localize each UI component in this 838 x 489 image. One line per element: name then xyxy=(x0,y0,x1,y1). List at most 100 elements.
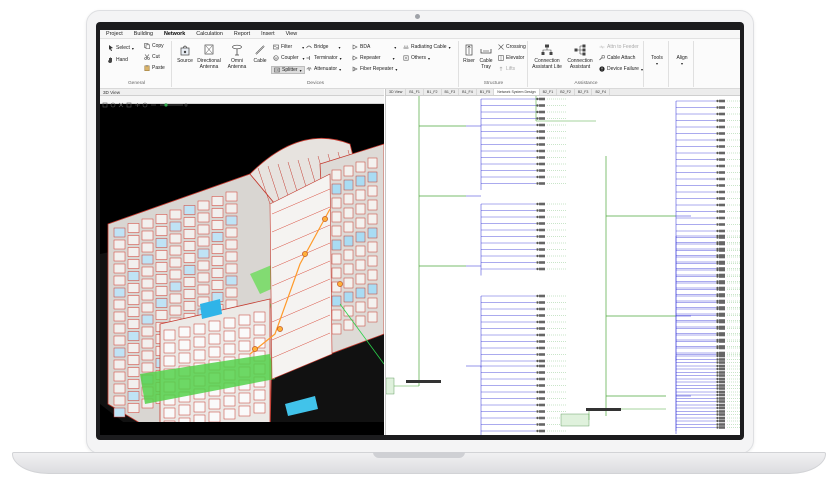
paste-button[interactable]: Paste xyxy=(144,65,165,71)
group-general: Select ▾ Hand Copy Cut Paste General xyxy=(102,41,172,87)
cable-attach-button[interactable]: Cable Attach xyxy=(599,55,635,61)
terminator-icon xyxy=(306,56,310,60)
filter-label: Filter xyxy=(281,44,293,50)
device-failure-icon xyxy=(599,66,605,72)
group-align: Align ▾ xyxy=(670,41,694,87)
coupler-label: Coupler xyxy=(281,55,299,61)
document-tabs: 3D View B1_F1 B1_F2 B1_F3 B1_F4 B1_F5 Network … xyxy=(386,89,740,96)
hand-icon xyxy=(108,57,112,63)
network-system-diagram[interactable] xyxy=(386,96,740,435)
laptop-frame: Project Building Network Calculation Rep… xyxy=(0,0,838,489)
bridge-label: Bridge xyxy=(314,44,329,50)
tab-b2_f4[interactable]: B2_F4 xyxy=(592,89,611,95)
camera-icon xyxy=(415,14,420,19)
others-label: Others xyxy=(411,55,427,61)
tab-b1_f2[interactable]: B1_F2 xyxy=(424,89,442,95)
crossing-button[interactable]: Crossing xyxy=(498,44,526,50)
attenuator-icon xyxy=(306,66,312,71)
group-tools: Tools ▾ xyxy=(645,41,669,87)
building-3d-model[interactable] xyxy=(100,104,384,435)
lifts-button[interactable]: Lifts xyxy=(498,66,515,72)
group-devices: Source Directional Antenna Omni Antenna … xyxy=(173,41,459,87)
group-assistance: Connection Assistant Lite Connection Ass… xyxy=(529,41,644,87)
terminator-button[interactable]: Terminator ▾ xyxy=(306,55,342,61)
hand-button[interactable]: Hand xyxy=(108,57,128,63)
fiber-repeater-button[interactable]: Fiber Repeater ▾ xyxy=(352,66,397,72)
cable-icon xyxy=(255,45,265,55)
cable-tray-icon xyxy=(480,49,492,54)
splitter-button[interactable]: Splitter ▾ xyxy=(271,66,305,74)
tab-b2_f1[interactable]: B2_F1 xyxy=(540,89,558,95)
attn-to-feeder-button[interactable]: Attn to Feeder xyxy=(599,44,639,50)
attenuator-button[interactable]: Attenuator ▾ xyxy=(306,66,341,72)
lifts-icon xyxy=(499,66,503,71)
tab-b1_f4[interactable]: B1_F4 xyxy=(459,89,477,95)
copy-button[interactable]: Copy xyxy=(144,43,164,49)
tools-button[interactable]: Tools ▾ xyxy=(647,55,667,67)
paste-label: Paste xyxy=(152,65,165,71)
copy-icon xyxy=(144,43,150,49)
connection-assistant-icon xyxy=(574,44,586,56)
clipboard-icon xyxy=(144,65,150,71)
attenuator-label: Attenuator xyxy=(314,66,338,72)
menu-project[interactable]: Project xyxy=(106,31,123,37)
attn-to-feeder-label: Attn to Feeder xyxy=(607,44,639,50)
group-general-label: General xyxy=(127,81,146,86)
menu-view[interactable]: View xyxy=(286,31,298,37)
tab-network-system-design[interactable]: Network System Design xyxy=(494,89,540,95)
bda-icon xyxy=(352,44,358,50)
cable-button[interactable]: Cable xyxy=(251,44,269,64)
omni-antenna-button[interactable]: Omni Antenna xyxy=(225,44,249,70)
bda-button[interactable]: BDA ▾ xyxy=(352,44,396,50)
menu-network[interactable]: Network xyxy=(164,31,185,37)
repeater-button[interactable]: Repeater ▾ xyxy=(352,55,395,61)
fiber-repeater-label: Fiber Repeater xyxy=(360,66,394,72)
elevator-label: Elevator xyxy=(506,55,525,61)
menu-calculation[interactable]: Calculation xyxy=(196,31,223,37)
riser-button[interactable]: Riser xyxy=(461,44,477,64)
tab-b2_f2[interactable]: B2_F2 xyxy=(557,89,575,95)
select-label: Select xyxy=(116,45,130,51)
elevator-button[interactable]: Elevator xyxy=(498,55,524,61)
coupler-icon xyxy=(273,55,279,61)
device-failure-button[interactable]: Device Failure ▾ xyxy=(599,66,643,72)
coupler-button[interactable]: Coupler ▾ xyxy=(273,55,305,61)
source-button[interactable]: Source xyxy=(175,44,195,64)
cursor-icon xyxy=(109,45,113,51)
view-3d-pane: 3D View xyxy=(100,89,384,435)
app-window: Project Building Network Calculation Rep… xyxy=(100,30,740,435)
tab-b1_f3[interactable]: B1_F3 xyxy=(442,89,460,95)
radiating-cable-button[interactable]: Radiating Cable ▾ xyxy=(403,44,451,50)
cut-button[interactable]: Cut xyxy=(144,54,160,60)
tab-b1_f1[interactable]: B1_F1 xyxy=(406,89,424,95)
lifts-label: Lifts xyxy=(506,66,516,72)
connection-assistant-lite-button[interactable]: Connection Assistant Lite xyxy=(531,44,563,70)
radiating-cable-label: Radiating Cable xyxy=(411,44,447,50)
omni-antenna-label: Omni Antenna xyxy=(227,58,247,70)
cable-tray-button[interactable]: Cable Tray xyxy=(477,44,495,70)
connection-assistant-button[interactable]: Connection Assistant xyxy=(565,44,595,70)
repeater-label: Repeater xyxy=(360,55,381,61)
others-button[interactable]: Others ▾ xyxy=(403,55,430,61)
tab-b2_f3[interactable]: B2_F3 xyxy=(575,89,593,95)
align-button[interactable]: Align ▾ xyxy=(672,55,692,67)
bridge-button[interactable]: Bridge ▾ xyxy=(306,44,340,50)
menu-bar: Project Building Network Calculation Rep… xyxy=(100,30,740,39)
repeater-icon xyxy=(352,55,358,61)
connection-assistant-label: Connection Assistant xyxy=(567,58,593,70)
menu-insert[interactable]: Insert xyxy=(261,31,274,37)
tab-3d-view[interactable]: 3D View xyxy=(386,89,407,95)
bridge-icon xyxy=(306,45,312,49)
source-label: Source xyxy=(177,58,193,64)
cable-attach-label: Cable Attach xyxy=(607,55,636,61)
filter-button[interactable]: Filter ▾ xyxy=(273,44,304,50)
cable-attach-icon xyxy=(599,55,605,61)
menu-building[interactable]: Building xyxy=(134,31,153,37)
select-button[interactable]: Select ▾ xyxy=(108,45,134,51)
menu-report[interactable]: Report xyxy=(234,31,250,37)
tab-b1_f5[interactable]: B1_F5 xyxy=(477,89,495,95)
directional-antenna-button[interactable]: Directional Antenna xyxy=(195,44,223,70)
radiating-cable-icon xyxy=(403,45,409,49)
view-3d-title: 3D View xyxy=(100,89,384,96)
crossing-label: Crossing xyxy=(506,44,526,50)
